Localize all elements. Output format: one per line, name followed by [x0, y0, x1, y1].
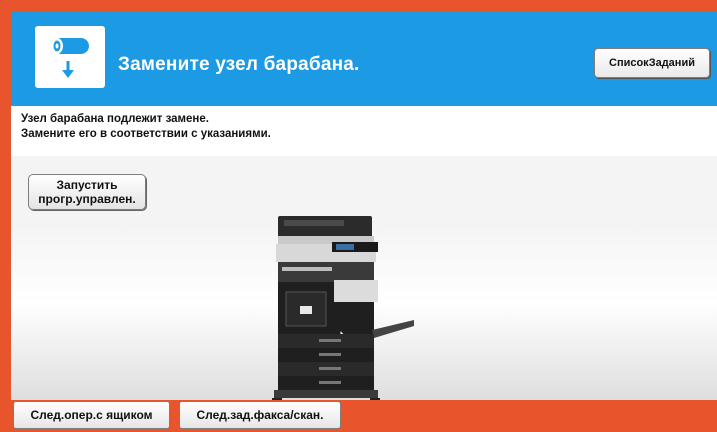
header-bar: Замените узел барабана. СписокЗаданий [11, 12, 717, 106]
next-operation-box-button[interactable]: След.опер.с ящиком [13, 401, 170, 429]
message-line-2: Замените его в соответствии с указаниями… [21, 128, 271, 140]
job-list-button[interactable]: СписокЗаданий [594, 48, 710, 78]
launch-guidance-button[interactable]: Запустить прогр.управлен. [28, 174, 146, 210]
drum-replace-icon [35, 26, 105, 88]
next-fax-scan-job-button[interactable]: След.зад.факса/скан. [179, 401, 341, 429]
main-panel: Замените узел барабана. СписокЗаданий Уз… [11, 12, 717, 400]
launch-guidance-label-2: прогр.управлен. [38, 192, 136, 206]
message-area: Узел барабана подлежит замене. Замените … [11, 106, 717, 156]
page-title: Замените узел барабана. [118, 54, 360, 75]
message-line-1: Узел барабана подлежит замене. [21, 113, 209, 125]
launch-guidance-label-1: Запустить [56, 178, 118, 192]
multifunction-printer-icon [264, 212, 414, 400]
